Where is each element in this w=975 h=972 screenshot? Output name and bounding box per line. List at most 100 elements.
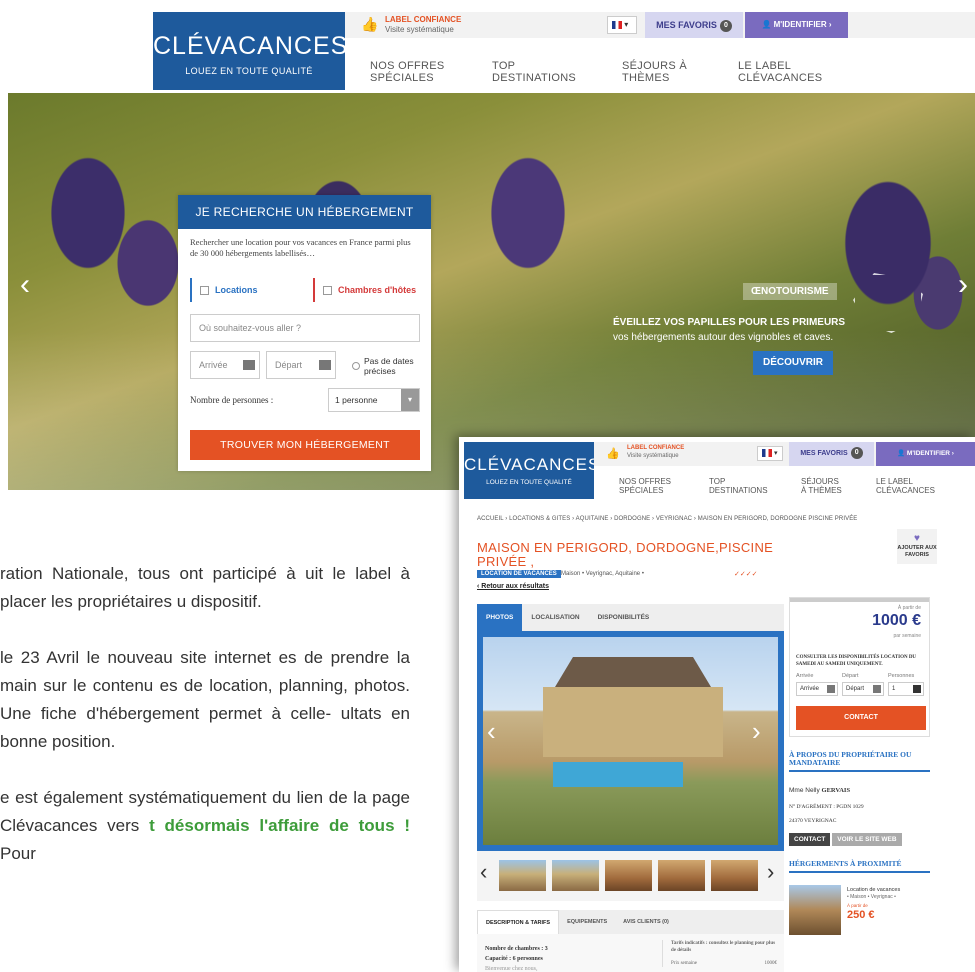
arrival-label: Arrivée xyxy=(796,673,814,679)
nav-sejours[interactable]: SÉJOURS À THÈMES xyxy=(622,60,696,84)
chevron-right-icon[interactable]: › xyxy=(752,716,761,747)
nearby-thumbnail[interactable] xyxy=(789,885,841,935)
contact-button[interactable]: CONTACT xyxy=(796,706,926,730)
add-favorite-label: AJOUTER AUX FAVORIS xyxy=(897,545,937,558)
departure-label: Départ xyxy=(275,360,303,370)
nav-offres[interactable]: NOS OFFRES SPÉCIALES xyxy=(370,60,450,84)
destination-input[interactable]: Où souhaitez-vous aller ? xyxy=(190,314,420,342)
departure-label: Départ xyxy=(842,673,859,679)
departure-date-input[interactable]: Départ xyxy=(842,682,884,696)
article-paragraph: ration Nationale, tous ont participé à u… xyxy=(0,564,410,611)
breadcrumb[interactable]: ACCUEIL › LOCATIONS & GITES › AQUITAINE … xyxy=(477,516,857,522)
nearby-title[interactable]: Location de vacances xyxy=(847,887,900,893)
favorites-button[interactable]: MES FAVORIS 0 xyxy=(789,442,874,466)
france-map-icon xyxy=(853,273,923,333)
website-button[interactable]: VOIR LE SITE WEB xyxy=(832,833,902,846)
availability-note: CONSULTER LES DISPONIBILITÉS LOCATION DU… xyxy=(796,655,917,667)
main-nav: NOS OFFRES SPÉCIALES TOP DESTINATIONS SÉ… xyxy=(370,60,870,84)
calendar-icon xyxy=(873,685,881,693)
owner-lastname: GERVAIS xyxy=(821,787,851,794)
listing-screenshot: CLÉVACANCES LOUEZ EN TOUTE QUALITÉ 👍 LAB… xyxy=(459,437,975,972)
type-badge: LOCATION DE VACANCES xyxy=(477,570,561,578)
favorites-label: MES FAVORIS xyxy=(800,450,848,457)
arrival-label: Arrivée xyxy=(199,360,228,370)
departure-date-input[interactable]: Départ xyxy=(266,351,336,379)
thumbnail[interactable] xyxy=(499,860,546,891)
hero-promo: ÉVEILLEZ VOS PAPILLES POUR LES PRIMEURS … xyxy=(613,315,845,345)
main-nav: NOS OFFRES SPÉCIALES TOP DESTINATIONS SÉ… xyxy=(619,477,936,495)
nav-offres[interactable]: NOS OFFRES SPÉCIALES xyxy=(619,477,679,495)
chevron-left-icon[interactable]: ‹ xyxy=(487,716,496,747)
logo-name: CLÉVACANCES xyxy=(153,32,349,60)
tab-equipements[interactable]: EQUIPEMENTS xyxy=(559,910,615,934)
heart-icon: ♥ xyxy=(914,533,920,544)
locations-checkbox[interactable]: Locations xyxy=(190,278,300,302)
thumbs-up-icon: 👍 xyxy=(361,16,379,32)
search-submit-button[interactable]: TROUVER MON HÉBERGEMENT xyxy=(190,430,420,460)
persons-select[interactable]: 1 xyxy=(888,682,924,696)
french-flag-icon xyxy=(612,20,622,29)
add-favorite-button[interactable]: ♥ AJOUTER AUX FAVORIS xyxy=(897,529,937,564)
nav-destinations[interactable]: TOP DESTINATIONS xyxy=(492,60,580,84)
login-label: M'IDENTIFIER › xyxy=(906,450,954,457)
favorites-button[interactable]: MES FAVORIS 0 xyxy=(645,12,743,38)
nav-label[interactable]: LE LABEL CLÉVACANCES xyxy=(738,60,828,84)
tab-photos[interactable]: PHOTOS xyxy=(477,604,523,631)
tab-disponibilites[interactable]: DISPONIBILITÉS xyxy=(589,604,659,631)
persons-select[interactable]: 1 personne ▾ xyxy=(328,388,420,412)
user-icon: 👤 xyxy=(897,450,906,457)
thumbnail[interactable] xyxy=(658,860,705,891)
owner-town: 24370 VEYRIGNAC xyxy=(789,818,837,824)
nav-label[interactable]: LE LABEL CLÉVACANCES xyxy=(876,477,936,495)
language-selector[interactable]: ▾ xyxy=(757,446,783,461)
checkbox-icon xyxy=(323,286,332,296)
nav-sejours[interactable]: SÉJOURS À THÈMES xyxy=(801,477,846,495)
nearby-price: 250 € xyxy=(847,909,875,921)
main-photo[interactable] xyxy=(483,637,778,845)
no-dates-radio[interactable]: Pas de dates précises xyxy=(344,351,420,379)
divider xyxy=(790,598,929,602)
tab-localisation[interactable]: LOCALISATION xyxy=(522,604,588,631)
chevron-left-icon[interactable]: ‹ xyxy=(480,859,487,885)
thumbnail[interactable] xyxy=(711,860,758,891)
back-to-results-link[interactable]: ‹ Retour aux résultats xyxy=(477,583,549,590)
price-value: 1000 € xyxy=(872,612,921,629)
french-flag-icon xyxy=(762,449,772,458)
chambres-checkbox[interactable]: Chambres d'hôtes xyxy=(313,278,421,302)
chevron-left-icon[interactable]: ‹ xyxy=(20,268,30,302)
chevron-right-icon[interactable]: › xyxy=(958,268,968,302)
arrival-date-input[interactable]: Arrivée xyxy=(796,682,838,696)
login-button[interactable]: 👤 M'IDENTIFIER › xyxy=(876,442,975,466)
logo-tagline: LOUEZ EN TOUTE QUALITÉ xyxy=(486,479,572,486)
booking-box: À partir de 1000 € par semaine CONSULTER… xyxy=(789,597,930,737)
discover-button[interactable]: DÉCOUVRIR xyxy=(753,351,833,375)
hero-banner: ‹ › ŒNOTOURISME ÉVEILLEZ VOS PAPILLES PO… xyxy=(8,93,975,490)
language-selector[interactable]: ▾ xyxy=(607,16,637,34)
owner-contact-button[interactable]: CONTACT xyxy=(789,833,831,846)
logo[interactable]: CLÉVACANCES LOUEZ EN TOUTE QUALITÉ xyxy=(464,442,599,499)
photo-gallery: ‹ › xyxy=(477,631,784,851)
search-intro: Rechercher une location pour vos vacance… xyxy=(190,237,411,258)
locations-label: Locations xyxy=(215,285,258,295)
chevron-right-icon[interactable]: › xyxy=(767,859,774,885)
persons-value: 1 xyxy=(892,686,896,692)
description-panel: Nombre de chambres : 3 Capacité : 6 pers… xyxy=(477,934,784,972)
login-button[interactable]: 👤 M'IDENTIFIER › xyxy=(745,12,848,38)
thumbnail[interactable] xyxy=(552,860,599,891)
search-title: JE RECHERCHE UN HÉBERGEMENT xyxy=(178,195,431,229)
nearby-heading: HÉRGERMENTS À PROXIMITÉ xyxy=(789,860,930,873)
tab-avis[interactable]: AVIS CLIENTS (0) xyxy=(615,910,677,934)
arrival-date-input[interactable]: Arrivée xyxy=(190,351,260,379)
logo[interactable]: CLÉVACANCES LOUEZ EN TOUTE QUALITÉ xyxy=(153,12,349,90)
pool xyxy=(553,762,683,787)
user-icon: 👤 xyxy=(761,20,772,29)
rates-note: Tarifs indicatifs : consultez le plannin… xyxy=(671,941,776,953)
nav-destinations[interactable]: TOP DESTINATIONS xyxy=(709,477,771,495)
favorites-label: MES FAVORIS xyxy=(656,20,717,30)
thumbnail[interactable] xyxy=(605,860,652,891)
search-panel: JE RECHERCHE UN HÉBERGEMENT Rechercher u… xyxy=(178,195,431,471)
tab-description[interactable]: DESCRIPTION & TARIFS xyxy=(477,910,560,934)
hero-promo-sub: vos hébergements autour des vignobles et… xyxy=(613,332,834,343)
logo-tagline: LOUEZ EN TOUTE QUALITÉ xyxy=(185,66,313,76)
favorites-count: 0 xyxy=(719,19,732,32)
